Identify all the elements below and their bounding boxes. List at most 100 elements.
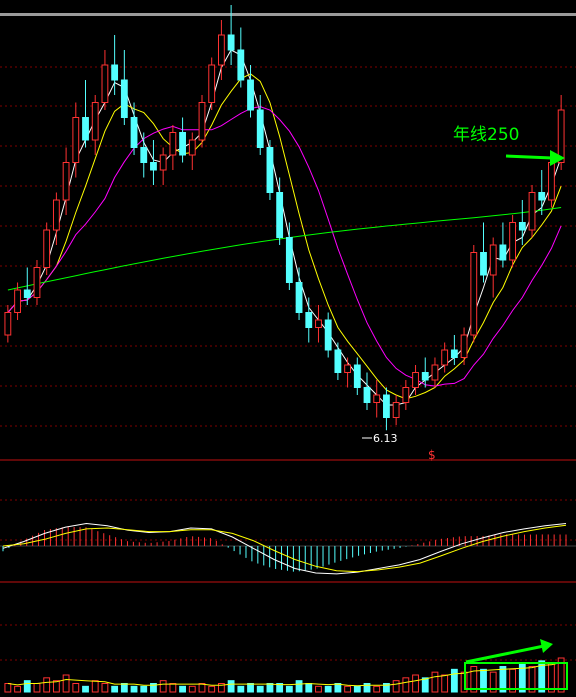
- volume-bar: [188, 685, 196, 693]
- candle-body: [198, 102, 206, 141]
- volume-bar: [412, 674, 419, 693]
- candle-body: [363, 387, 371, 403]
- volume-bar: [266, 683, 274, 693]
- candle-body: [150, 162, 157, 171]
- candle-body: [460, 334, 468, 358]
- candle-body: [315, 319, 322, 328]
- candle-body: [538, 192, 546, 201]
- candle-body: [518, 222, 526, 231]
- stock-chart: $ 6.13 年线250: [0, 0, 576, 697]
- candle-body: [23, 289, 31, 298]
- volume-bar: [208, 685, 216, 693]
- volume-bar: [402, 677, 410, 693]
- volume-bar: [373, 685, 381, 693]
- volume-bar: [4, 683, 12, 693]
- volume-bar: [353, 685, 361, 693]
- candle-body: [548, 162, 555, 201]
- candle-body: [4, 312, 12, 336]
- volume-bar: [256, 685, 264, 693]
- volume-bar: [431, 671, 439, 693]
- candle-body: [392, 402, 400, 418]
- candle-body: [412, 372, 419, 388]
- candle-body: [334, 349, 342, 373]
- ma250-label: 年线250: [453, 125, 519, 145]
- volume-bar: [82, 685, 89, 693]
- volume-bar: [101, 683, 109, 693]
- candle-body: [179, 132, 186, 156]
- candle-body: [247, 79, 254, 111]
- volume-bar: [72, 683, 80, 693]
- volume-bar: [392, 680, 400, 693]
- candle-body: [72, 117, 80, 163]
- candle-body: [140, 147, 148, 163]
- candle-body: [14, 289, 21, 313]
- candle-body: [489, 244, 497, 276]
- volume-bar: [33, 683, 41, 693]
- candle-body: [344, 364, 352, 373]
- candle-body: [227, 34, 235, 51]
- volume-bar: [548, 663, 555, 693]
- candle-body: [383, 394, 390, 418]
- volume-bar: [421, 677, 429, 693]
- candle-body: [169, 132, 177, 156]
- volume-bar: [315, 685, 322, 693]
- volume-bar: [91, 680, 99, 693]
- candle-body: [256, 109, 264, 148]
- candle-body: [421, 372, 429, 381]
- candle-body: [450, 349, 458, 358]
- candle-body: [237, 49, 245, 81]
- candle-body: [33, 267, 41, 298]
- candle-body: [217, 34, 225, 66]
- candle-body: [120, 79, 128, 118]
- candle-body: [295, 282, 303, 313]
- volume-bar: [179, 685, 186, 693]
- candle-body: [159, 154, 167, 171]
- candle-body: [373, 394, 381, 403]
- volume-bar: [140, 685, 148, 693]
- volume-bar: [441, 674, 449, 693]
- volume-bar: [237, 685, 245, 693]
- volume-bar: [285, 685, 293, 693]
- volume-bar: [295, 680, 303, 693]
- candle-body: [91, 102, 99, 141]
- candle-body: [480, 252, 487, 276]
- candle-body: [441, 349, 449, 366]
- candle-body: [557, 109, 565, 163]
- divider-mark: $: [428, 448, 436, 462]
- top-border: [0, 13, 576, 16]
- candle-body: [285, 237, 293, 283]
- volume-bar: [14, 685, 21, 693]
- ma250-arrow-shaft: [505, 154, 553, 160]
- candle-body: [470, 252, 478, 336]
- volume-bar: [130, 685, 138, 693]
- volume-bar: [344, 685, 352, 693]
- candle-body: [62, 162, 70, 201]
- candle-body: [509, 222, 517, 261]
- candle-body: [208, 64, 216, 103]
- candle-body: [43, 229, 51, 268]
- candle-body: [402, 387, 410, 403]
- volume-bar: [169, 683, 177, 693]
- volume-bar: [324, 685, 332, 693]
- candle-body: [82, 117, 89, 141]
- candle-body: [324, 319, 332, 351]
- candle-body: [528, 192, 536, 231]
- candle-body: [353, 364, 361, 388]
- candle-body: [101, 64, 109, 103]
- volume-bar: [247, 683, 254, 693]
- volume-bar: [305, 683, 313, 693]
- candle-body: [266, 147, 274, 193]
- candle-body: [305, 312, 313, 328]
- low-marker-label: 6.13: [373, 432, 398, 445]
- volume-bar: [62, 674, 70, 693]
- candle-body: [130, 117, 138, 148]
- volume-bar: [23, 680, 31, 693]
- volume-bar: [43, 677, 51, 693]
- candle-body: [52, 199, 60, 231]
- candle-body: [276, 192, 284, 238]
- candle-body: [431, 364, 439, 381]
- volume-bar: [111, 685, 119, 693]
- volume-bar: [120, 683, 128, 693]
- volume-bar: [159, 680, 167, 693]
- candle-body: [499, 244, 507, 261]
